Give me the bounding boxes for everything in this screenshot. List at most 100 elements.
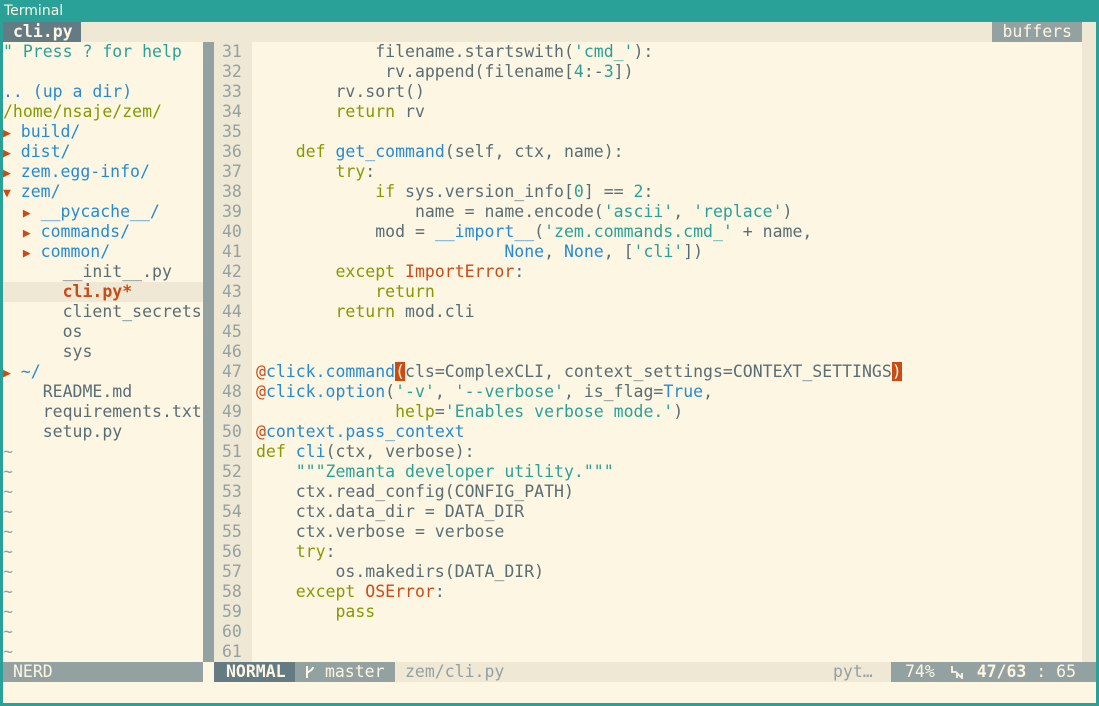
code-token: except [335, 262, 396, 281]
tree-dir[interactable]: ▼ zem/ [3, 182, 203, 202]
code-line[interactable]: 32 rv.append(filename[4:-3]) [214, 62, 1082, 82]
tree-file[interactable]: sys [3, 342, 203, 362]
line-number: 43 [222, 282, 242, 301]
tree-file[interactable]: cli.py* [3, 282, 203, 302]
tree-dir[interactable]: ▶ __pycache__/ [3, 202, 203, 222]
code-line[interactable]: 47 @click.command(cls=ComplexCLI, context… [214, 362, 1082, 382]
collapsed-arrow-icon[interactable]: ▶ [23, 226, 31, 241]
code-line[interactable]: 42 except ImportError: [214, 262, 1082, 282]
line-number: 33 [222, 82, 242, 101]
code-line[interactable]: 48 @click.option('-v', '--verbose', is_fl… [214, 382, 1082, 402]
code-line[interactable]: 56 try: [214, 542, 1082, 562]
code-line[interactable]: 46 [214, 342, 1082, 362]
code-token: , [703, 382, 714, 401]
tab-cli-py[interactable]: cli.py [3, 22, 81, 42]
code-line[interactable]: 41 None, None, ['cli']) [214, 242, 1082, 262]
collapsed-arrow-icon[interactable]: ▶ [3, 126, 11, 141]
code-line[interactable]: 36 def get_command(self, ctx, name): [214, 142, 1082, 162]
nerdtree-panel[interactable]: " Press ? for help .. (up a dir) /home/n… [3, 42, 203, 662]
scrollbar[interactable] [1082, 42, 1096, 662]
code-line[interactable]: 39 name = name.encode('ascii', 'replace'… [214, 202, 1082, 222]
tree-file[interactable]: README.md [3, 382, 203, 402]
code-token: ) [673, 402, 684, 421]
tree-file[interactable]: setup.py [3, 422, 203, 442]
window-title: Terminal [0, 0, 1099, 22]
code-editor[interactable]: 31 filename.startswith('cmd_'): 32 rv.app… [214, 42, 1082, 662]
code-line[interactable]: 55 ctx.verbose = verbose [214, 522, 1082, 542]
code-line[interactable]: 40 mod = __import__('zem.commands.cmd_' … [214, 222, 1082, 242]
code-line[interactable]: 37 try: [214, 162, 1082, 182]
empty-line-tilde: ~ [3, 522, 13, 541]
code-line[interactable]: 53 ctx.read_config(CONFIG_PATH) [214, 482, 1082, 502]
tree-dir[interactable]: ▶ common/ [3, 242, 203, 262]
terminal[interactable]: cli.py buffers " Press ? for help .. (up… [3, 22, 1096, 703]
code-line[interactable]: 31 filename.startswith('cmd_'): [214, 42, 1082, 62]
code-line[interactable]: 49 help='Enables verbose mode.') [214, 402, 1082, 422]
status-filetype: pyt… [833, 662, 873, 681]
expanded-arrow-icon[interactable]: ▼ [3, 186, 11, 201]
code-line[interactable]: 33 rv.sort() [214, 82, 1082, 102]
tree-dir[interactable]: ▶ ~/ [3, 362, 203, 382]
code-line[interactable]: 44 return mod.cli [214, 302, 1082, 322]
line-number: 55 [222, 522, 242, 541]
tree-entry-name: commands/ [40, 222, 131, 241]
tree-file[interactable]: requirements.txt [3, 402, 203, 422]
empty-line-tilde: ~ [3, 462, 13, 481]
code-token: ctx.data_dir = DATA_DIR [256, 502, 525, 521]
tree-entry-name: cli.py* [62, 282, 133, 301]
status-line: NERD NORMAL master zem/cli.py pyt… 74% 4… [3, 662, 1096, 682]
code-line[interactable]: 51 def cli(ctx, verbose): [214, 442, 1082, 462]
tree-dir[interactable]: ▶ zem.egg-info/ [3, 162, 203, 182]
code-token: : [643, 182, 654, 201]
code-line[interactable]: 38 if sys.version_info[0] == 2: [214, 182, 1082, 202]
code-line[interactable]: 35 [214, 122, 1082, 142]
code-token: ( [395, 362, 406, 381]
code-line[interactable]: 60 [214, 622, 1082, 642]
status-branch: master [295, 662, 395, 682]
code-token: if [375, 182, 396, 201]
code-line[interactable]: 58 except OSError: [214, 582, 1082, 602]
tree-file[interactable]: os [3, 322, 203, 342]
code-line[interactable]: 34 return rv [214, 102, 1082, 122]
collapsed-arrow-icon[interactable]: ▶ [3, 366, 11, 381]
tree-file[interactable]: client_secrets.j [3, 302, 203, 322]
nerdtree-root-path[interactable]: /home/nsaje/zem/ [3, 102, 203, 122]
tree-dir[interactable]: ▶ dist/ [3, 142, 203, 162]
collapsed-arrow-icon[interactable]: ▶ [23, 206, 31, 221]
code-token: def [295, 142, 326, 161]
tree-file[interactable]: __init__.py [3, 262, 203, 282]
line-number: 51 [222, 442, 242, 461]
branch-icon [306, 666, 314, 678]
collapsed-arrow-icon[interactable]: ▶ [23, 246, 31, 261]
code-token: , [673, 202, 694, 221]
code-line[interactable]: 57 os.makedirs(DATA_DIR) [214, 562, 1082, 582]
code-line[interactable]: 45 [214, 322, 1082, 342]
code-line[interactable]: 43 return [214, 282, 1082, 302]
tree-entry-name: requirements.txt [42, 402, 202, 421]
code-line[interactable]: 52 """Zemanta developer utility.""" [214, 462, 1082, 482]
empty-line-tilde: ~ [3, 502, 13, 521]
code-line[interactable]: 50 @context.pass_context [214, 422, 1082, 442]
line-number: 46 [222, 342, 242, 361]
code-token: """Zemanta developer utility.""" [295, 462, 614, 481]
tree-entry-name: common/ [40, 242, 111, 261]
tree-dir[interactable]: ▶ build/ [3, 122, 203, 142]
tree-dir[interactable]: ▶ commands/ [3, 222, 203, 242]
code-line[interactable]: 59 pass [214, 602, 1082, 622]
empty-line-tilde: ~ [3, 562, 13, 581]
code-line[interactable]: 61 [214, 642, 1082, 662]
vertical-split[interactable] [203, 42, 214, 662]
collapsed-arrow-icon[interactable]: ▶ [3, 166, 11, 181]
line-number: 53 [222, 482, 242, 501]
collapsed-arrow-icon[interactable]: ▶ [3, 146, 11, 161]
line-number: 32 [222, 62, 242, 81]
code-line[interactable]: 54 ctx.data_dir = DATA_DIR [214, 502, 1082, 522]
nerdtree-up-dir[interactable]: .. (up a dir) [3, 82, 203, 102]
